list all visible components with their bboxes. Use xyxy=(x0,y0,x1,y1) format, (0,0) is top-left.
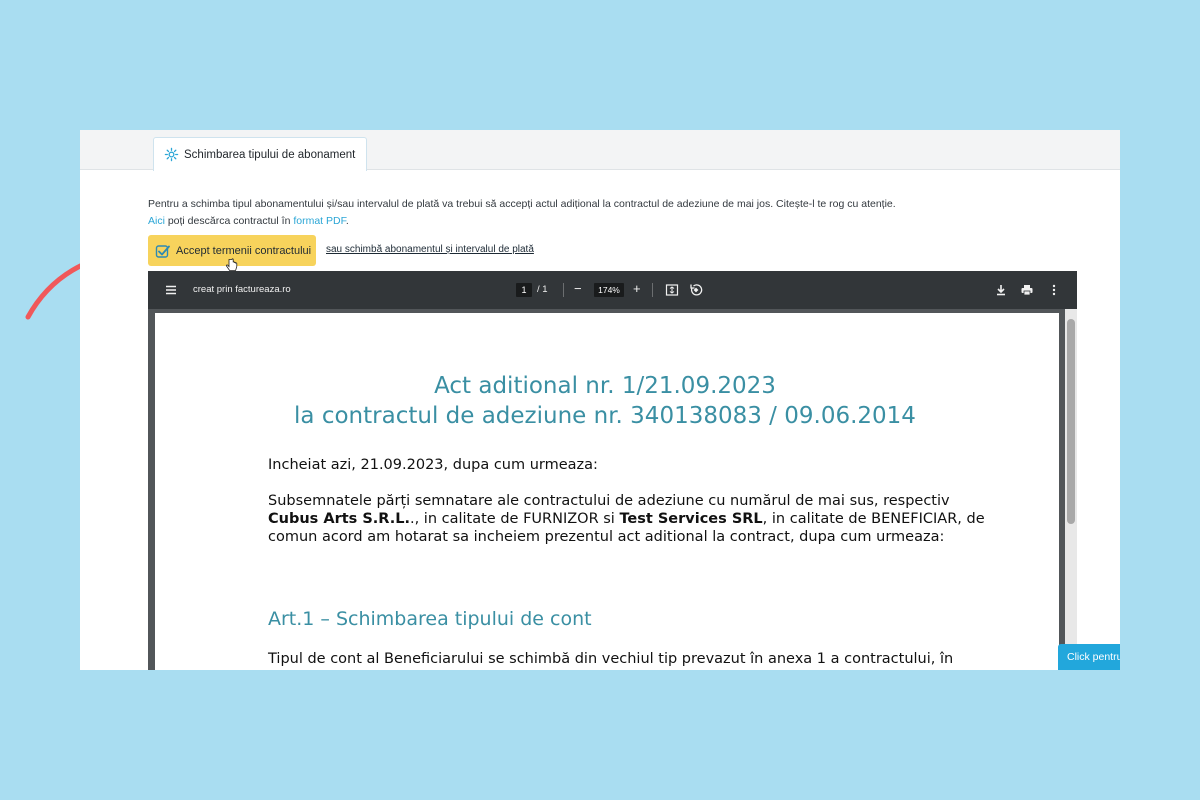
pdf-toolbar: creat prin factureaza.ro 1 / 1 − 174% + xyxy=(148,271,1077,309)
page-total: / 1 xyxy=(537,284,548,295)
pdf-viewer: creat prin factureaza.ro 1 / 1 − 174% + xyxy=(148,271,1077,670)
help-chat-button[interactable]: Click pentru xyxy=(1058,644,1120,670)
paragraph-1-line-1: Subsemnatele părți semnatare ale contrac… xyxy=(268,493,950,509)
rotate-icon[interactable] xyxy=(689,283,703,297)
paragraph-1-middle: ., in calitate de FURNIZOR si xyxy=(409,511,620,527)
more-vertical-icon[interactable] xyxy=(1047,283,1061,297)
paragraph-1-line-2: Cubus Arts S.R.L.., in calitate de FURNI… xyxy=(268,510,985,528)
toolbar-divider xyxy=(652,283,653,297)
article-1-text: Tipul de cont al Beneficiarului se schim… xyxy=(268,651,954,667)
party-beneficiary: Test Services SRL xyxy=(619,511,763,527)
intro-line-2-middle: poți descărca contractul în xyxy=(164,215,294,227)
page-total-value: 1 xyxy=(542,284,548,295)
pdf-page: Act aditional nr. 1/21.09.2023 la contra… xyxy=(155,313,1059,670)
toolbar-divider xyxy=(563,283,564,297)
paragraph-1-line-3: comun acord am hotarat sa incheiem preze… xyxy=(268,529,945,545)
print-icon[interactable] xyxy=(1020,283,1034,297)
intro-text: Pentru a schimba tipul abonamentului și/… xyxy=(148,196,896,230)
document-paragraph-1: Subsemnatele părți semnatare ale contrac… xyxy=(268,492,985,546)
document-title: Act aditional nr. 1/21.09.2023 la contra… xyxy=(155,371,1055,431)
hamburger-menu-icon[interactable] xyxy=(165,284,177,296)
download-here-link[interactable]: Aici xyxy=(148,215,165,227)
fit-page-icon[interactable] xyxy=(665,283,679,297)
party-supplier: Cubus Arts S.R.L. xyxy=(268,511,410,527)
pdf-scroll-thumb[interactable] xyxy=(1067,319,1075,524)
document-date-line: Incheiat azi, 21.09.2023, dupa cum urmea… xyxy=(268,457,598,473)
change-subscription-link[interactable]: sau schimbă abonamentul și intervalul de… xyxy=(326,244,534,255)
document-title-line-1: Act aditional nr. 1/21.09.2023 xyxy=(434,373,776,399)
intro-line-2-end: . xyxy=(345,215,349,227)
tab-bar: Schimbarea tipului de abonament xyxy=(80,130,1120,171)
zoom-out-button[interactable]: − xyxy=(574,281,582,297)
pdf-scrollbar[interactable] xyxy=(1065,309,1077,670)
pdf-title: creat prin factureaza.ro xyxy=(193,284,291,295)
zoom-level-input[interactable]: 174% xyxy=(594,283,624,297)
page-separator: / xyxy=(537,284,540,295)
hand-cursor-icon xyxy=(226,258,238,271)
download-icon[interactable] xyxy=(994,283,1008,297)
zoom-in-button[interactable]: + xyxy=(633,281,641,297)
document-title-line-2: la contractul de adeziune nr. 340138083 … xyxy=(294,403,916,429)
paragraph-1-end: , in calitate de BENEFICIAR, de xyxy=(762,511,985,527)
intro-line-2: Aici poți descărca contractul în format … xyxy=(148,213,896,230)
tab-label: Schimbarea tipului de abonament xyxy=(184,148,356,161)
intro-line-1: Pentru a schimba tipul abonamentului și/… xyxy=(148,198,896,210)
format-pdf-link[interactable]: format PDF xyxy=(293,215,346,227)
checkbox-check-icon xyxy=(155,243,171,259)
page-number-input[interactable]: 1 xyxy=(516,283,532,297)
accept-terms-label: Accept termenii contractului xyxy=(176,244,312,257)
app-window: Schimbarea tipului de abonament Pentru a… xyxy=(80,130,1120,670)
gear-icon xyxy=(164,147,179,162)
tab-change-subscription[interactable]: Schimbarea tipului de abonament xyxy=(153,137,368,171)
article-1-heading: Art.1 – Schimbarea tipului de cont xyxy=(268,608,592,630)
